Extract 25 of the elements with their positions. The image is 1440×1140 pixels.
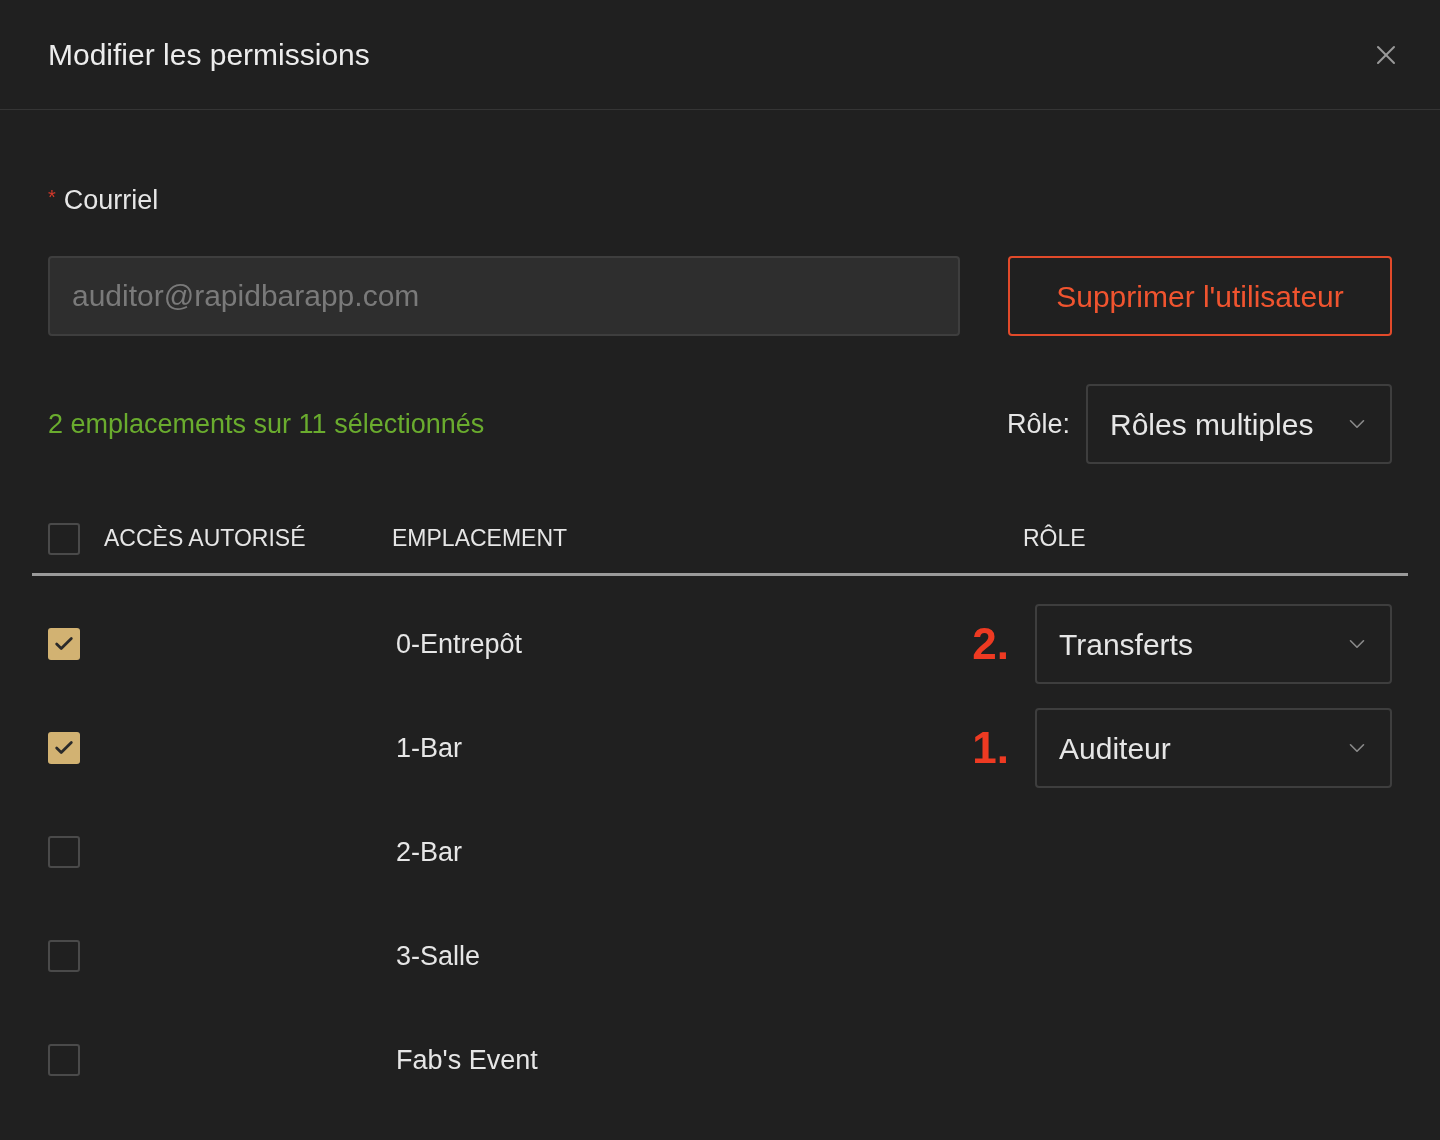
column-header: ACCÈS AUTORISÉ — [104, 524, 307, 554]
column-header: EMPLACEMENT — [392, 524, 569, 554]
checkbox[interactable] — [48, 628, 80, 660]
role-label: Rôle: — [1006, 407, 1070, 441]
location-name: Fab's Event — [396, 1043, 539, 1077]
role-select[interactable]: Transferts — [1035, 604, 1392, 684]
dialog-title: Modifier les permissions — [48, 37, 370, 73]
checkbox[interactable] — [48, 732, 80, 764]
required-asterisk: * — [48, 185, 56, 210]
checkbox[interactable] — [48, 836, 80, 868]
role-select[interactable]: Auditeur — [1035, 708, 1392, 788]
checkbox[interactable] — [48, 1044, 80, 1076]
column-header: RÔLE — [1023, 523, 1086, 554]
location-name: 2-Bar — [396, 835, 464, 869]
checkbox[interactable] — [48, 522, 80, 555]
location-name: 0-Entrepôt — [396, 627, 524, 661]
annotation-number: 2. — [972, 618, 1009, 670]
location-name: 1-Bar — [396, 731, 464, 765]
role-select[interactable]: Rôles multiples — [1086, 384, 1392, 464]
annotation-number: 1. — [972, 722, 1009, 774]
field-label: Courriel — [63, 184, 159, 217]
checkbox[interactable] — [48, 940, 80, 972]
location-name: 3-Salle — [396, 939, 482, 973]
selection-summary: 2 emplacements sur 11 sélectionnés — [48, 407, 485, 441]
delete-user-button[interactable]: Supprimer l'utilisateur — [1008, 256, 1392, 336]
